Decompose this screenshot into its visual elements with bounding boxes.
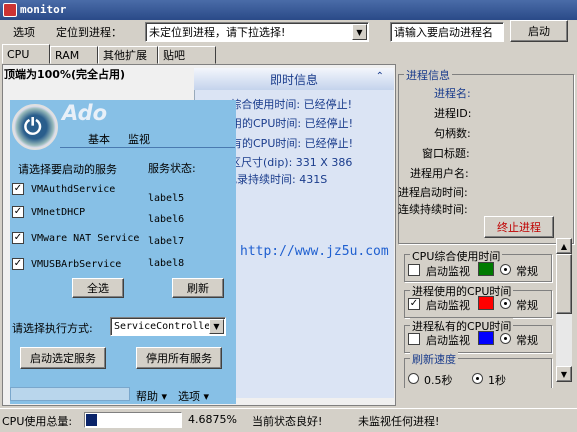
tab-extensions[interactable]: 其他扩展 [98,46,158,64]
graph-header: 顶端为100%(完全占用) [4,68,126,81]
color-swatch-cpu-total[interactable] [478,262,494,276]
service-checkbox-vmauthd[interactable]: ✓ [12,183,24,195]
mode-radio-cpu-private[interactable] [500,333,511,344]
refresh-speed-radio-fast[interactable] [408,373,419,384]
window-title: monitor [20,3,67,16]
start-monitor-checkbox-cpu-total[interactable] [408,264,420,276]
select-all-button[interactable]: 全选 [72,278,124,298]
exec-mode-label: 请选择执行方式: [12,322,93,335]
service-checkbox-vmusbarb[interactable]: ✓ [12,258,24,270]
chevron-down-icon[interactable]: ▼ [352,24,367,40]
field-start-time: 进程启动时间: [398,186,468,199]
color-swatch-cpu-process[interactable] [478,296,494,310]
website-link[interactable]: http://www.jz5u.com [240,244,389,259]
logo-icon: ⏻ [12,104,58,150]
start-monitor-checkbox-cpu-process[interactable]: ✓ [408,298,420,310]
service-status-vmware-nat: label7 [148,236,185,247]
options-menu[interactable]: 选项 [13,24,35,40]
start-process-input[interactable]: 请输入要启动进程名 [390,22,504,42]
service-name-vmauthd: VMAuthdService [31,184,116,195]
start-button[interactable]: 启动 [510,20,568,42]
process-info-title: 进程信息 [404,67,452,83]
select-service-label: 请选择要启动的服务 [18,163,117,176]
terminate-process-button[interactable]: 终止进程 [484,216,554,238]
refresh-button[interactable]: 刷新 [172,278,224,298]
app-icon [3,3,17,17]
title-bar: monitor [0,0,577,20]
service-name-vmware-nat: VMware NAT Service [31,233,140,244]
monitor-scroll-area[interactable]: CPU综合使用时间 启动监视 常规 进程使用的CPU时间 ✓ 启动监视 常规 进… [398,238,556,388]
cpu-usage-label: CPU使用总量: [2,415,73,428]
cpu-usage-value: 4.6875% [188,413,237,426]
cpu-usage-fill [86,414,98,426]
stop-all-services-button[interactable]: 停用所有服务 [136,347,222,369]
refresh-speed-fast-label: 0.5秒 [424,374,453,387]
field-process-id: 进程ID: [434,107,472,120]
start-monitor-checkbox-cpu-private[interactable] [408,333,420,345]
start-selected-services-button[interactable]: 启动选定服务 [20,347,106,369]
info-panel-header[interactable]: 即时信息 ⌃ [194,68,394,90]
scroll-thumb[interactable] [556,254,572,314]
collapse-icon[interactable]: ⌃ [376,71,384,82]
field-window-title: 窗口标题: [422,147,470,160]
service-name-vmnetdhcp: VMnetDHCP [31,207,86,218]
mode-label-cpu-total: 常规 [516,265,538,278]
vertical-scrollbar[interactable]: ▲ ▼ [556,238,572,382]
refresh-speed-radio-normal[interactable] [472,373,483,384]
service-status-vmnetdhcp: label6 [148,214,185,225]
tab-monitor[interactable]: 监视 [128,131,150,147]
toolbar: 选项 定位到进程： 未定位到进程，请下拉选择! ▼ 请输入要启动进程名 启动 [0,20,577,44]
panel-status-field [10,387,130,401]
service-status-vmauthd: label5 [148,193,185,204]
mode-label-cpu-process: 常规 [516,299,538,312]
refresh-speed-title: 刷新速度 [410,351,458,367]
logo-text: Ado [62,101,108,125]
panel-divider [60,147,235,148]
mode-radio-cpu-total[interactable] [500,264,511,275]
service-status-vmusbarb: label8 [148,258,185,269]
tab-basic[interactable]: 基本 [88,131,110,147]
locate-label: 定位到进程： [56,26,122,39]
mode-label-cpu-private: 常规 [516,334,538,347]
tab-tieba[interactable]: 贴吧 [158,46,216,64]
service-name-vmusbarb: VMUSBArbService [31,259,122,270]
field-handles: 句柄数: [434,127,471,140]
service-checkbox-vmnetdhcp[interactable]: ✓ [12,206,24,218]
help-label: 帮助 [136,390,158,403]
cpu-usage-bar [84,412,182,428]
field-duration: 连续持续时间: [398,203,468,216]
info-line-duration: 记录持续时间: 431S [226,173,328,186]
start-monitor-label: 启动监视 [426,265,470,278]
service-status-label: 服务状态: [148,162,196,175]
service-checkbox-vmware-nat[interactable]: ✓ [12,232,24,244]
scroll-down-icon[interactable]: ▼ [556,366,572,382]
refresh-speed-normal-label: 1秒 [488,374,506,387]
monitor-status: 未监视任何进程! [358,415,440,428]
exec-mode-dropdown[interactable]: ServiceControlle ▼ [110,317,226,336]
field-process-name: 进程名: [434,87,471,100]
help-menu[interactable]: 帮助 ▾ [136,388,167,404]
start-process-text: 请输入要启动进程名 [394,26,493,39]
color-swatch-cpu-private[interactable] [478,331,494,345]
chevron-down-icon[interactable]: ▼ [209,319,224,334]
scroll-up-icon[interactable]: ▲ [556,238,572,254]
info-title: 即时信息 [269,72,318,87]
tab-cpu[interactable]: CPU [2,44,50,64]
tab-strip: CPU RAM 其他扩展 贴吧 [0,44,577,64]
status-bar: CPU使用总量: 4.6875% 当前状态良好! 未监视任何进程! [0,408,577,432]
tab-ram[interactable]: RAM [50,46,98,64]
mode-radio-cpu-process[interactable] [500,298,511,309]
start-monitor-label: 启动监视 [426,334,470,347]
locate-process-dropdown[interactable]: 未定位到进程，请下拉选择! ▼ [145,22,369,42]
options-menu-panel[interactable]: 选项 ▾ [178,388,209,404]
options-label: 选项 [178,390,200,403]
exec-mode-value: ServiceControlle [114,321,211,332]
start-monitor-label: 启动监视 [426,299,470,312]
field-process-user: 进程用户名: [410,167,469,180]
status-message: 当前状态良好! [252,415,323,428]
locate-process-value: 未定位到进程，请下拉选择! [149,26,286,39]
